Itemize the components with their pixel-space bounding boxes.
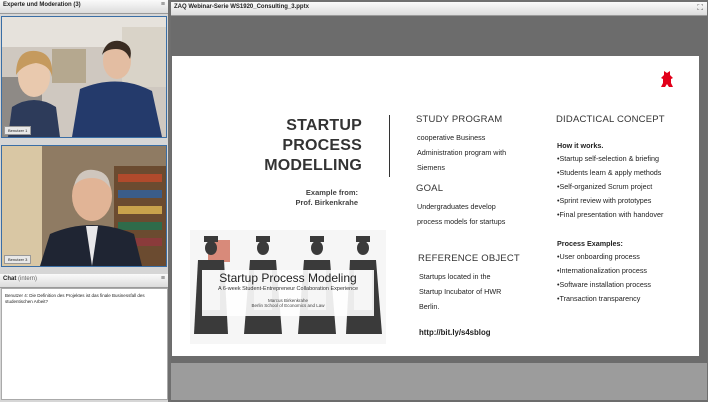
study-program-heading: STUDY PROGRAM — [416, 114, 503, 125]
video-panel-header: Experte und Moderation (3) ≡ — [0, 0, 168, 14]
reference-object-heading: REFERENCE OBJECT — [418, 253, 520, 264]
fullscreen-icon[interactable]: ⛶ — [697, 3, 703, 13]
how-item: •Final presentation with handover — [557, 210, 664, 219]
how-item: •Self-organized Scrum project — [557, 182, 653, 191]
goal-text: Undergraduates develop process models fo… — [417, 199, 537, 229]
camera-feed-2: Benutzer 3 — [1, 145, 167, 267]
study-program-text: cooperative Business Administration prog… — [417, 130, 537, 175]
ref-line-2: Startup Incubator of HWR — [419, 287, 502, 296]
slide-title-line-1: STARTUP — [286, 117, 362, 134]
chat-header: Chat (intern) ≡ — [0, 274, 168, 288]
book-title: Startup Process Modeling — [219, 271, 357, 285]
didactical-concept-heading: DIDACTICAL CONCEPT — [556, 114, 665, 125]
process-examples-heading: Process Examples: — [557, 239, 623, 248]
document-title: ZAQ Webinar-Serie WS1920_Consulting_3.pp… — [174, 4, 309, 10]
video-panel-count: (3) — [73, 2, 81, 8]
book-school: Berlin School of Economics and Law — [251, 303, 325, 308]
video-panel-title: Experte und Moderation — [3, 2, 72, 8]
chat-tag: (intern) — [18, 276, 38, 282]
how-item: •Students learn & apply methods — [557, 168, 662, 177]
study-line-2: Administration program with — [417, 148, 507, 157]
reference-object-text: Startups located in the Startup Incubato… — [419, 269, 539, 314]
viewer-bottom-strip — [171, 363, 707, 400]
title-divider — [389, 115, 390, 177]
chat-message: Benutzer 4: Die Definition des Projektes… — [5, 293, 145, 304]
slide-title-line-3: MODELLING — [264, 157, 362, 174]
camera-2-label: Benutzer 3 — [4, 255, 32, 264]
study-line-1: cooperative Business — [417, 133, 486, 142]
slide-example: Example from: Prof. Birkenkrahe — [252, 188, 358, 208]
ref-line-3: Berlin. — [419, 302, 440, 311]
camera-2-image — [2, 146, 166, 266]
how-item: •Startup self-selection & briefing — [557, 154, 659, 163]
book-cover-banner: Startup Process Modeling A 6-week Studen… — [202, 270, 374, 316]
book-cover: Startup Process Modeling A 6-week Studen… — [190, 230, 386, 344]
slide-title-line-2: PROCESS — [282, 137, 362, 154]
chat-menu-icon[interactable]: ≡ — [161, 275, 165, 282]
goal-line-1: Undergraduates develop — [417, 202, 496, 211]
goal-heading: GOAL — [416, 183, 444, 194]
goal-line-2: process models for startups — [417, 217, 506, 226]
chat-title: Chat — [3, 276, 17, 282]
process-item: •Software installation process — [557, 280, 652, 289]
process-examples-list: •User onboarding process •Internationali… — [557, 250, 697, 306]
how-item: •Sprint review with prototypes — [557, 196, 652, 205]
panel-menu-icon[interactable]: ≡ — [161, 1, 165, 8]
how-it-works-heading: How it works. — [557, 141, 604, 150]
process-item: •User onboarding process — [557, 252, 640, 261]
camera-1-image — [2, 17, 166, 137]
example-line-2: Prof. Birkenkrahe — [295, 198, 358, 207]
process-item: •Transaction transparency — [557, 294, 641, 303]
blog-link[interactable]: http://bit.ly/s4sblog — [419, 328, 490, 337]
book-subtitle: A 6-week Student-Entrepreneur Collaborat… — [217, 286, 359, 292]
presentation-slide: STARTUP PROCESS MODELLING Example from: … — [172, 56, 699, 356]
example-line-1: Example from: — [305, 188, 358, 197]
document-header: ZAQ Webinar-Serie WS1920_Consulting_3.pp… — [171, 2, 707, 16]
camera-feed-1: Benutzer 1 — [1, 16, 167, 138]
berlin-bear-logo-icon — [661, 71, 673, 87]
study-line-3: Siemens — [417, 163, 445, 172]
process-item: •Internationalization process — [557, 266, 648, 275]
chat-message-area[interactable]: Benutzer 4: Die Definition des Projektes… — [1, 288, 168, 400]
ref-line-1: Startups located in the — [419, 272, 491, 281]
camera-1-label: Benutzer 1 — [4, 126, 32, 135]
how-it-works-list: •Startup self-selection & briefing •Stud… — [557, 152, 697, 222]
slide-title: STARTUP PROCESS MODELLING — [262, 116, 362, 176]
